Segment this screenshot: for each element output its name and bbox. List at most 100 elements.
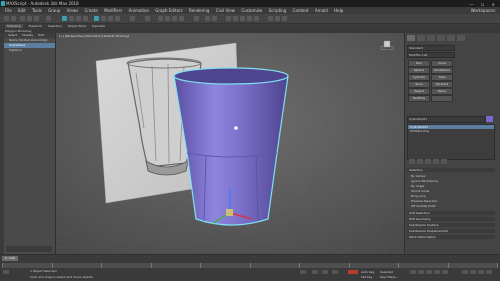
show-end-result-icon[interactable] — [417, 159, 423, 164]
menu-file[interactable]: File — [5, 8, 12, 13]
menu-rendering[interactable]: Rendering — [189, 8, 209, 13]
x-coordinate-field[interactable] — [312, 270, 318, 274]
create-box-button[interactable]: Box — [408, 60, 430, 67]
selection-option[interactable]: Off SubObj Multi — [411, 204, 435, 208]
move-icon[interactable] — [94, 16, 99, 21]
rectangle-selection-icon[interactable] — [76, 16, 81, 21]
menu-arnold[interactable]: Arnold — [315, 8, 328, 13]
object-color-swatch[interactable] — [486, 116, 493, 122]
ribbon-tab-object-paint[interactable]: Object Paint — [68, 24, 86, 28]
render-setup-icon[interactable] — [268, 16, 273, 21]
selection-option[interactable]: Ignore Backfacing — [411, 179, 438, 183]
selection-option[interactable]: By Vertex — [411, 174, 425, 178]
set-key-label[interactable]: Set Key — [361, 275, 372, 279]
next-frame-icon[interactable] — [434, 270, 440, 274]
schematic-view-icon[interactable] — [247, 16, 252, 21]
create-pyramid-button[interactable]: Pyramid — [431, 81, 453, 88]
pivot-icon[interactable] — [145, 16, 150, 21]
menu-graph-editors[interactable]: Graph Editors — [155, 8, 182, 13]
selection-option[interactable]: Ring Loop — [411, 194, 426, 198]
key-filters-label[interactable]: Key Filters... — [380, 275, 398, 279]
menu-scripting[interactable]: Scripting — [269, 8, 287, 13]
menu-content[interactable]: Content — [293, 8, 309, 13]
placement-icon[interactable] — [115, 16, 120, 21]
z-coordinate-field[interactable] — [332, 270, 338, 274]
angle-snap-icon[interactable] — [165, 16, 170, 21]
window-crossing-icon[interactable] — [83, 16, 88, 21]
utilities-tab-icon[interactable] — [457, 35, 465, 41]
select-by-name-icon[interactable] — [69, 16, 74, 21]
create-textplus-button[interactable]: TextPlus — [408, 95, 430, 102]
create-torus-button[interactable]: Torus — [408, 81, 430, 88]
create-cone-button[interactable]: Cone — [431, 60, 453, 67]
create-extra-button[interactable] — [431, 95, 453, 102]
mirror-icon[interactable] — [205, 16, 210, 21]
display-tab-icon[interactable] — [447, 35, 455, 41]
menu-tools[interactable]: Tools — [32, 8, 42, 13]
rollout-soft-selection[interactable]: Soft Selection — [407, 211, 495, 215]
selection-option[interactable]: By Angle — [411, 184, 424, 188]
select-object-icon[interactable] — [62, 16, 67, 21]
menu-help[interactable]: Help — [334, 8, 343, 13]
modify-tab-icon[interactable] — [417, 35, 425, 41]
menu-create[interactable]: Create — [84, 8, 97, 13]
link-icon[interactable] — [20, 16, 25, 21]
create-sphere-button[interactable]: Sphere — [408, 67, 430, 74]
scene-item[interactable]: Pigtalica — [4, 48, 55, 53]
viewport-label[interactable]: [+] [Perspective] [Standard] [Default Sh… — [59, 34, 129, 38]
orbit-icon[interactable] — [478, 270, 484, 274]
maxscript-listener-icon[interactable] — [3, 270, 9, 274]
play-icon[interactable] — [426, 270, 432, 274]
menu-edit[interactable]: Edit — [18, 8, 26, 13]
tab-display[interactable]: Display — [22, 33, 33, 37]
layer-explorer-icon[interactable] — [226, 16, 231, 21]
object-name-field[interactable]: Cylinder001 — [407, 116, 486, 123]
selection-option[interactable]: Shrink Grow — [411, 189, 429, 193]
toggle-ribbon-icon[interactable] — [233, 16, 238, 21]
menu-modifiers[interactable]: Modifiers — [104, 8, 122, 13]
rotate-icon[interactable] — [101, 16, 106, 21]
create-teapot-button[interactable]: Teapot — [408, 88, 430, 95]
auto-key-label[interactable]: Auto Key — [361, 270, 374, 274]
rollout-edit-geometry[interactable]: Edit Geometry — [407, 217, 495, 221]
redo-icon[interactable] — [11, 16, 16, 21]
maximize-viewport-icon[interactable] — [486, 270, 492, 274]
selection-option[interactable]: Preview Selection — [411, 199, 437, 203]
go-to-end-icon[interactable] — [442, 270, 448, 274]
edit-named-selection-icon[interactable] — [194, 16, 199, 21]
lock-selection-icon[interactable] — [300, 270, 306, 274]
ribbon-tab-populate[interactable]: Populate — [92, 24, 105, 28]
modifier-list-dropdown[interactable]: Modifier List — [407, 52, 455, 58]
configure-sets-icon[interactable] — [441, 159, 447, 164]
align-icon[interactable] — [212, 16, 217, 21]
rollout-paint-deformation[interactable]: Paint Deformation — [407, 235, 495, 239]
curve-editor-icon[interactable] — [240, 16, 245, 21]
create-plane-button[interactable]: Plane — [431, 88, 453, 95]
tab-edit[interactable]: Edit — [38, 33, 44, 37]
bind-space-warp-icon[interactable] — [34, 16, 39, 21]
scene-explorer-footer[interactable] — [6, 246, 52, 252]
rollout-selection[interactable]: Selection — [407, 168, 495, 172]
menu-animation[interactable]: Animation — [129, 8, 149, 13]
undo-icon[interactable] — [4, 16, 9, 21]
unlink-icon[interactable] — [27, 16, 32, 21]
rollout-subdivision-surface[interactable]: Subdivision Surface — [407, 223, 495, 227]
create-geosphere-button[interactable]: GeoSphere — [431, 67, 453, 74]
auto-key-button[interactable] — [348, 270, 358, 274]
selected-label[interactable]: Selected — [380, 270, 393, 274]
spinner-snap-icon[interactable] — [179, 16, 184, 21]
menu-customize[interactable]: Customize — [241, 8, 262, 13]
menu-group[interactable]: Group — [48, 8, 60, 13]
reference-coordinate-icon[interactable] — [130, 16, 135, 21]
selection-filter-icon[interactable] — [46, 16, 51, 21]
create-tube-button[interactable]: Tube — [431, 74, 453, 81]
create-cylinder-button[interactable]: Cylinder — [408, 74, 430, 81]
rendered-frame-window-icon[interactable] — [275, 16, 280, 21]
menu-views[interactable]: Views — [67, 8, 79, 13]
viewcube-icon[interactable] — [380, 40, 394, 50]
tab-select[interactable]: Select — [8, 33, 17, 37]
pan-icon[interactable] — [470, 270, 476, 274]
primitive-category-dropdown[interactable]: Standard — [407, 45, 455, 51]
ribbon-tab-freeform[interactable]: Freeform — [29, 24, 42, 28]
zoom-icon[interactable] — [462, 270, 468, 274]
